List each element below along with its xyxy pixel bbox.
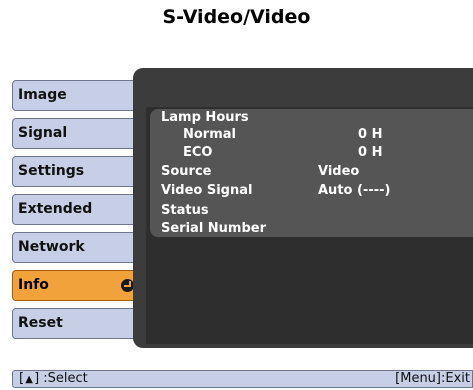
- lamp-hours-label: Lamp Hours: [161, 110, 249, 125]
- menu-item-network[interactable]: Network: [12, 232, 138, 263]
- lamp-normal-label: Normal: [183, 127, 236, 142]
- source-label: Source: [161, 164, 212, 179]
- lamp-eco-value: 0 H: [358, 145, 383, 160]
- menu-item-reset[interactable]: Reset: [12, 308, 138, 339]
- main-menu: Image Signal Settings Extended Network I…: [12, 80, 141, 345]
- menu-item-info-label: Info: [18, 277, 49, 293]
- menu-item-image[interactable]: Image: [12, 80, 138, 111]
- status-bar: [▲] :Select [Menu]:Exit: [12, 370, 473, 388]
- status-label: Status: [161, 203, 209, 218]
- menu-item-extended[interactable]: Extended: [12, 194, 138, 225]
- menu-item-signal[interactable]: Signal: [12, 118, 138, 149]
- page-title: S-Video/Video: [162, 6, 311, 28]
- lamp-normal-value: 0 H: [358, 127, 383, 142]
- select-hint-text: ] :Select: [34, 371, 88, 386]
- video-signal-label: Video Signal: [161, 183, 253, 198]
- exit-hint: [Menu]:Exit: [395, 371, 470, 386]
- up-down-arrows-icon: ▲: [25, 374, 33, 385]
- lamp-eco-label: ECO: [183, 145, 213, 160]
- select-hint: [▲] :Select: [19, 371, 88, 388]
- video-signal-value: Auto (----): [318, 183, 391, 198]
- serial-number-label: Serial Number: [161, 221, 267, 236]
- menu-item-info[interactable]: Info: [12, 270, 141, 301]
- source-value: Video: [318, 164, 360, 179]
- menu-item-settings[interactable]: Settings: [12, 156, 138, 187]
